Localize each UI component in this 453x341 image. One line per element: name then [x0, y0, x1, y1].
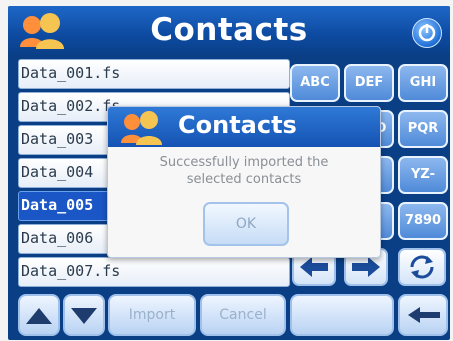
- cancel-button[interactable]: Cancel: [200, 294, 286, 336]
- scroll-up-button[interactable]: [18, 294, 60, 336]
- key-7890[interactable]: 7890: [398, 202, 448, 240]
- key-pqr[interactable]: PQR: [398, 110, 448, 148]
- arrow-down-icon: [71, 308, 97, 324]
- people-icon: [121, 111, 162, 145]
- backspace-icon: [408, 307, 440, 323]
- list-item[interactable]: Data_007.fs: [18, 257, 290, 287]
- backspace-button[interactable]: [398, 294, 448, 336]
- refresh-icon: [410, 255, 434, 279]
- dialog-message: Successfully imported the selected conta…: [108, 154, 380, 188]
- title-bar: Contacts: [8, 6, 450, 56]
- refresh-button[interactable]: [398, 248, 446, 286]
- scroll-down-button[interactable]: [63, 294, 105, 336]
- import-button[interactable]: Import: [108, 294, 196, 336]
- key-yz[interactable]: YZ-: [398, 156, 448, 194]
- key-ghi[interactable]: GHI: [398, 64, 448, 102]
- dialog-title: Contacts: [178, 111, 297, 139]
- import-success-dialog: Contacts Successfully imported the selec…: [107, 106, 381, 258]
- page-title: Contacts: [150, 12, 308, 48]
- key-abc[interactable]: ABC: [290, 64, 340, 102]
- dialog-message-line-2: selected contacts: [186, 172, 302, 187]
- blank-key[interactable]: [290, 294, 394, 336]
- power-button[interactable]: [412, 18, 442, 48]
- key-def[interactable]: DEF: [344, 64, 394, 102]
- power-icon: [418, 24, 436, 42]
- list-item[interactable]: Data_001.fs: [18, 59, 290, 89]
- dialog-message-line-1: Successfully imported the: [159, 155, 329, 170]
- arrow-up-icon: [26, 308, 52, 324]
- ok-button[interactable]: OK: [203, 202, 289, 246]
- dialog-header: Contacts: [108, 107, 380, 147]
- contacts-screen: Contacts Data_001.fs Data_002.fs Data_00…: [8, 6, 450, 340]
